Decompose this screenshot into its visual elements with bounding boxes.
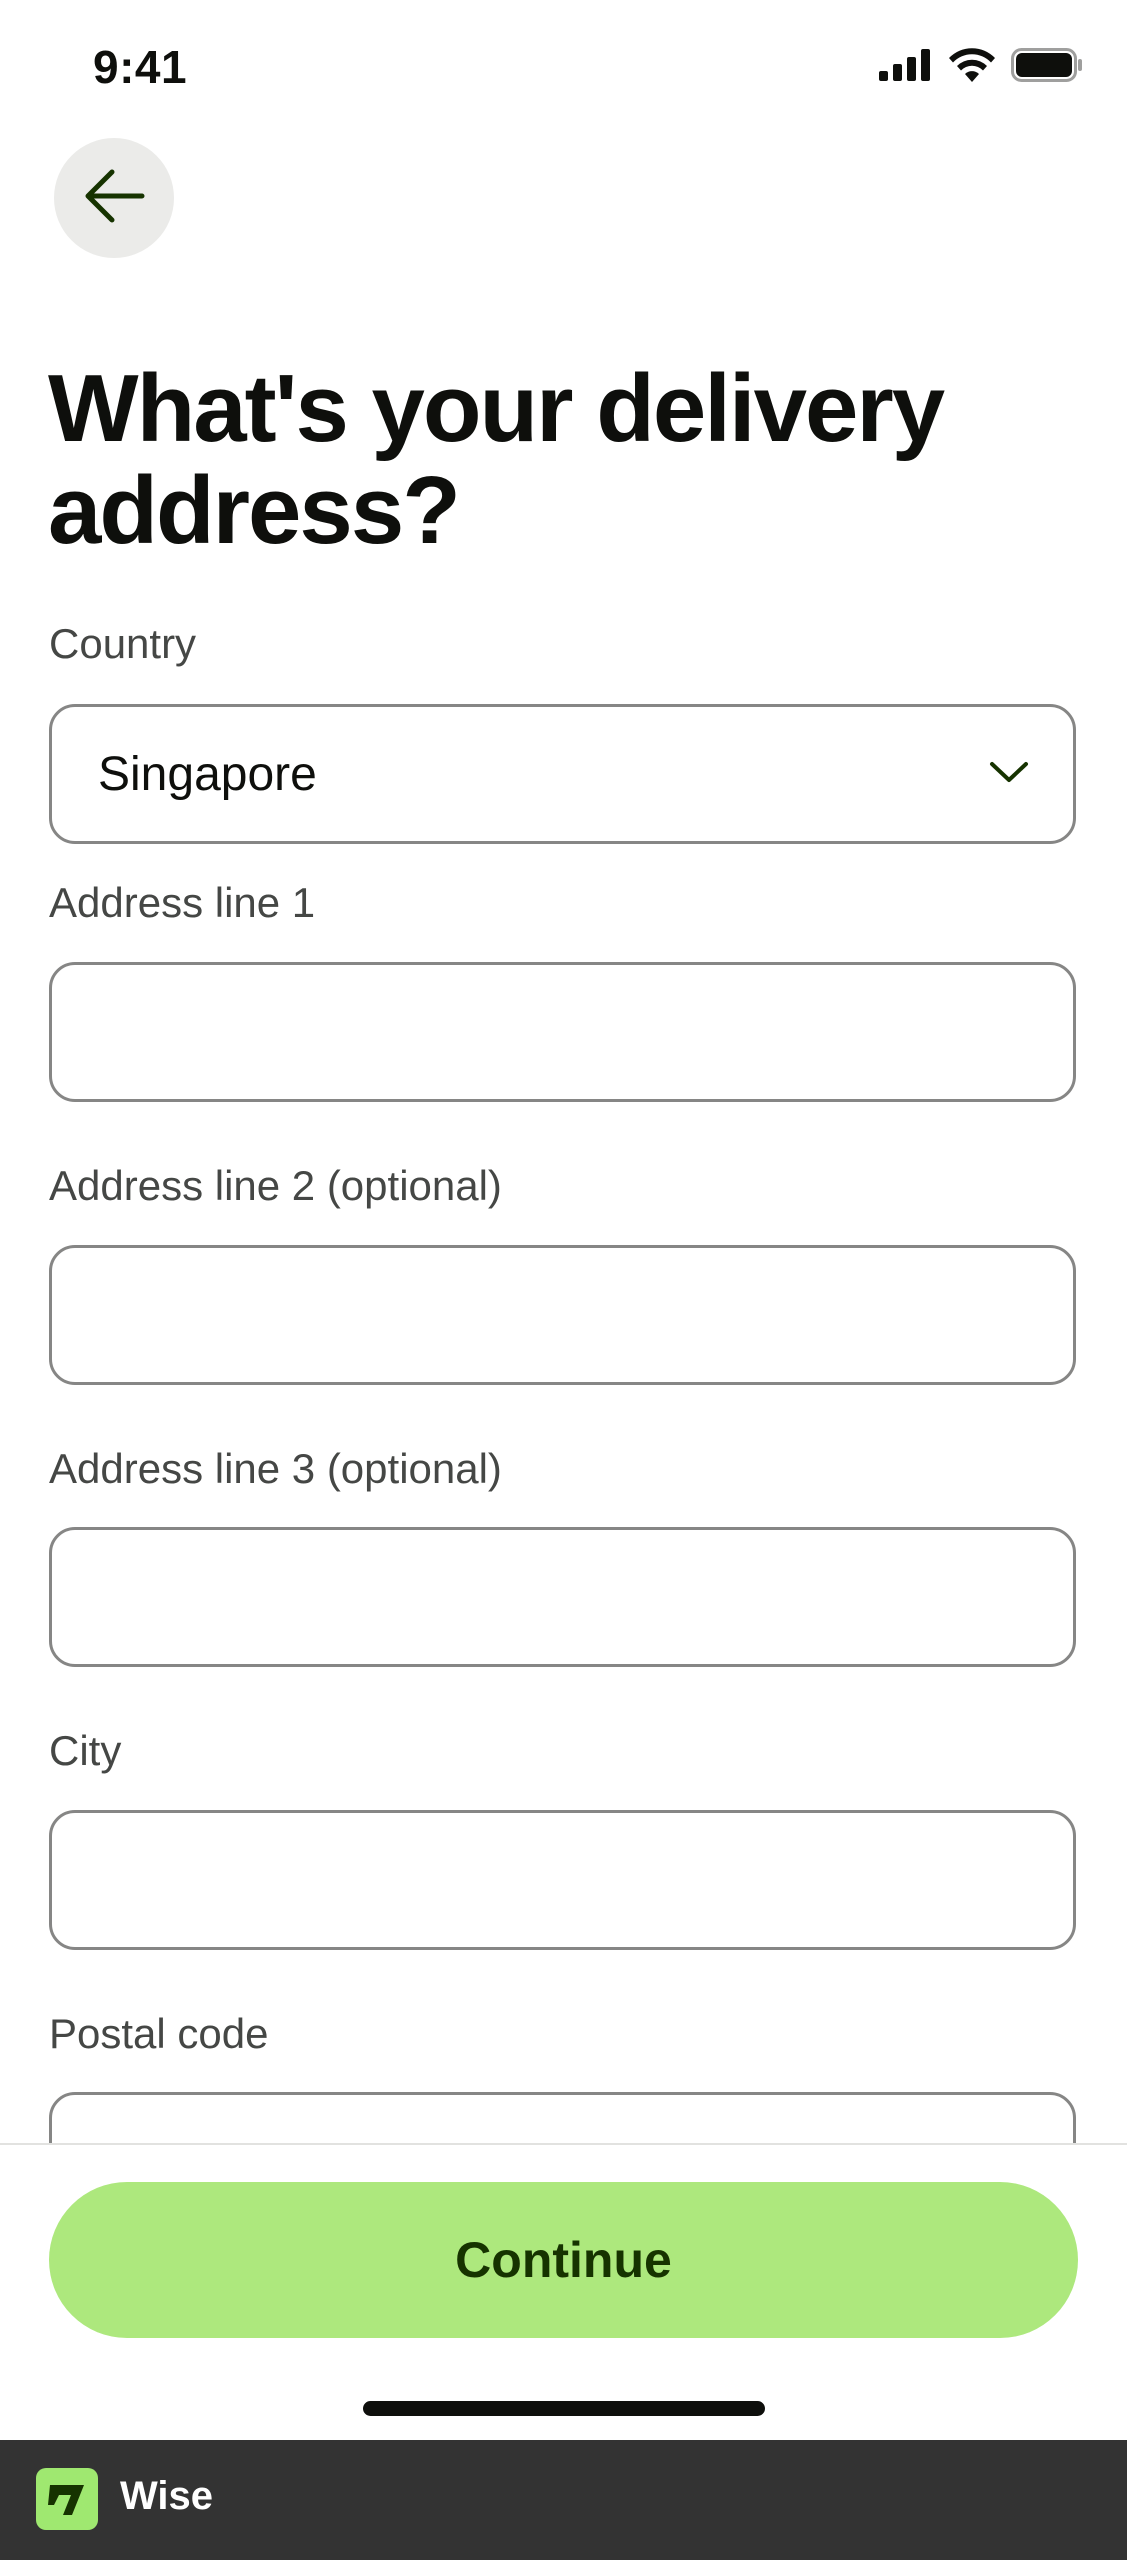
footer-divider xyxy=(0,2143,1127,2145)
back-button[interactable] xyxy=(54,138,174,258)
address-line-2-field xyxy=(49,1245,1076,1385)
continue-button[interactable]: Continue xyxy=(49,2182,1078,2338)
address-line-1-field xyxy=(49,962,1076,1102)
country-label: Country xyxy=(49,620,197,667)
city-field xyxy=(49,1810,1076,1950)
postal-code-field xyxy=(49,2092,1076,2144)
postal-code-label: Postal code xyxy=(49,2010,269,2057)
address-line-3-label: Address line 3 (optional) xyxy=(49,1445,502,1492)
status-time: 9:41 xyxy=(93,41,188,93)
arrow-left-icon xyxy=(82,168,146,229)
postal-code-input[interactable] xyxy=(52,2095,1073,2144)
address-line-3-field xyxy=(49,1527,1076,1667)
wifi-icon xyxy=(949,48,995,87)
brand-name: Wise xyxy=(120,2474,214,2518)
cellular-signal-icon xyxy=(879,49,933,86)
scroll-area[interactable]: 9:41 What's your delivery address? Count… xyxy=(0,0,1127,2144)
address-line-2-input[interactable] xyxy=(52,1248,1073,1382)
city-label: City xyxy=(49,1727,122,1774)
address-line-1-input[interactable] xyxy=(52,965,1073,1099)
wise-logo-icon xyxy=(36,2468,98,2530)
page-title: What's your delivery address? xyxy=(48,355,945,564)
chevron-down-icon xyxy=(989,760,1029,789)
country-value: Singapore xyxy=(98,747,317,801)
home-indicator[interactable] xyxy=(363,2401,765,2416)
address-line-3-input[interactable] xyxy=(52,1530,1073,1664)
country-select[interactable]: Singapore xyxy=(49,704,1076,844)
address-line-1-label: Address line 1 xyxy=(49,879,316,926)
brand-bar: Wise xyxy=(0,2440,1127,2560)
city-input[interactable] xyxy=(52,1813,1073,1947)
status-icons xyxy=(879,48,1083,87)
status-bar: 9:41 xyxy=(0,0,1127,130)
address-line-2-label: Address line 2 (optional) xyxy=(49,1162,502,1209)
battery-icon xyxy=(1011,48,1083,87)
